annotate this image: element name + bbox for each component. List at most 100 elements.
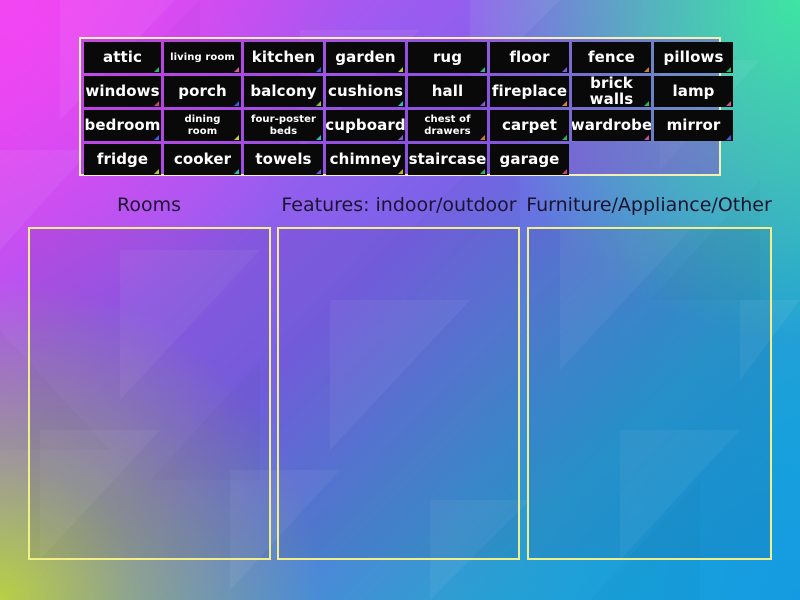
word-tile[interactable]: cupboard xyxy=(326,110,405,141)
tile-corner-triangle-icon xyxy=(154,67,159,72)
zone-title-furniture: Furniture/Appliance/Other xyxy=(526,194,772,216)
tile-corner-triangle-icon xyxy=(726,67,731,72)
word-tile-label: cushions xyxy=(327,81,404,100)
word-tile[interactable]: carpet xyxy=(490,110,569,141)
dropzone-furniture[interactable] xyxy=(527,227,772,560)
tile-corner-triangle-icon xyxy=(562,169,567,174)
word-tile[interactable]: lamp xyxy=(654,76,733,107)
word-tile[interactable]: garden xyxy=(326,42,405,73)
word-tile-label: wardrobe xyxy=(572,115,651,134)
tile-corner-triangle-icon xyxy=(480,67,485,72)
word-tile-label: staircase xyxy=(408,149,487,168)
word-tile[interactable]: fireplace xyxy=(490,76,569,107)
word-tile[interactable]: windows xyxy=(84,76,161,107)
tile-corner-triangle-icon xyxy=(398,169,403,174)
word-tile[interactable]: pillows xyxy=(654,42,733,73)
zone-title-features: Features: indoor/outdoor xyxy=(281,194,517,216)
tile-corner-triangle-icon xyxy=(234,169,239,174)
tile-corner-triangle-icon xyxy=(316,67,321,72)
word-tile[interactable]: chest of drawers xyxy=(408,110,487,141)
word-tile-label: cupboard xyxy=(326,115,405,134)
word-tile-label: hall xyxy=(431,81,464,100)
word-tile-label: windows xyxy=(85,81,160,100)
word-tile-label: chest of drawers xyxy=(424,114,471,137)
word-tile[interactable]: cooker xyxy=(164,144,241,175)
tile-row: attic living room kitchen garden rug floor fen… xyxy=(84,42,733,73)
word-tile-label: porch xyxy=(178,81,227,100)
tile-corner-triangle-icon xyxy=(562,135,567,140)
tile-corner-triangle-icon xyxy=(316,135,321,140)
word-tile[interactable]: rug xyxy=(408,42,487,73)
word-tile-label: cooker xyxy=(173,149,232,168)
word-tile[interactable]: cushions xyxy=(326,76,405,107)
tile-corner-triangle-icon xyxy=(398,101,403,106)
word-tile-label: four-poster beds xyxy=(251,114,316,137)
zone-title-rooms: Rooms xyxy=(116,194,182,216)
word-tile[interactable]: bedroom xyxy=(84,110,161,141)
word-tile-label: carpet xyxy=(501,115,558,134)
word-tile-label: fridge xyxy=(96,149,149,168)
word-tile-label: lamp xyxy=(672,81,715,100)
word-tile-label: bedroom xyxy=(84,115,161,134)
tile-corner-triangle-icon xyxy=(154,169,159,174)
word-tile[interactable]: balcony xyxy=(244,76,323,107)
tile-corner-triangle-icon xyxy=(316,169,321,174)
word-tile[interactable]: porch xyxy=(164,76,241,107)
tile-corner-triangle-icon xyxy=(726,135,731,140)
word-tile[interactable]: attic xyxy=(84,42,161,73)
word-tile-label: garage xyxy=(499,149,560,168)
word-tile[interactable]: brick walls xyxy=(572,76,651,107)
word-tile-label: garden xyxy=(335,47,396,66)
word-tile-label: floor xyxy=(509,47,550,66)
word-tile-label: fence xyxy=(588,47,635,66)
tile-corner-triangle-icon xyxy=(154,101,159,106)
tile-row: fridge cooker towels chimney staircase garage xyxy=(84,144,716,175)
tile-corner-triangle-icon xyxy=(480,169,485,174)
word-tile-label: pillows xyxy=(663,47,724,66)
tile-row: windows porch balcony cushions hall fireplace… xyxy=(84,76,733,107)
word-tile[interactable]: mirror xyxy=(654,110,733,141)
word-tile-label: attic xyxy=(103,47,142,66)
word-tile[interactable]: dining room xyxy=(164,110,241,141)
tile-corner-triangle-icon xyxy=(398,135,403,140)
tile-corner-triangle-icon xyxy=(316,101,321,106)
word-tile[interactable]: garage xyxy=(490,144,569,175)
word-tile[interactable]: staircase xyxy=(408,144,487,175)
word-tile[interactable]: chimney xyxy=(326,144,405,175)
word-tile-label: living room xyxy=(170,51,235,63)
word-tile-label: chimney xyxy=(329,149,402,168)
word-tile-tray: attic living room kitchen garden rug floor fen… xyxy=(79,37,733,176)
tile-corner-triangle-icon xyxy=(644,67,649,72)
tile-corner-triangle-icon xyxy=(644,135,649,140)
word-tile[interactable]: four-poster beds xyxy=(244,110,323,141)
tile-corner-triangle-icon xyxy=(562,67,567,72)
tile-corner-triangle-icon xyxy=(234,135,239,140)
word-tile-label: rug xyxy=(432,47,463,66)
word-tile[interactable]: living room xyxy=(164,42,241,73)
tile-corner-triangle-icon xyxy=(480,135,485,140)
tile-corner-triangle-icon xyxy=(154,135,159,140)
tile-row: bedroom dining room four-poster beds cupboa… xyxy=(84,110,733,141)
tile-corner-triangle-icon xyxy=(480,101,485,106)
tile-corner-triangle-icon xyxy=(562,101,567,106)
dropzone-features[interactable] xyxy=(277,227,520,560)
word-tile-label: mirror xyxy=(666,115,721,134)
tile-corner-triangle-icon xyxy=(398,67,403,72)
word-tile-label: balcony xyxy=(250,81,317,100)
word-tile[interactable]: fence xyxy=(572,42,651,73)
dropzone-rooms[interactable] xyxy=(28,227,271,560)
tile-corner-triangle-icon xyxy=(726,101,731,106)
word-tile[interactable]: kitchen xyxy=(244,42,323,73)
word-tile[interactable]: hall xyxy=(408,76,487,107)
word-tile[interactable]: floor xyxy=(490,42,569,73)
tile-corner-triangle-icon xyxy=(234,67,239,72)
word-tile-label: kitchen xyxy=(251,47,316,66)
tile-corner-triangle-icon xyxy=(234,101,239,106)
word-tile[interactable]: fridge xyxy=(84,144,161,175)
word-tile-label: fireplace xyxy=(491,81,568,100)
word-tile[interactable]: wardrobe xyxy=(572,110,651,141)
tile-corner-triangle-icon xyxy=(644,101,649,106)
word-tile-label: dining room xyxy=(184,114,221,137)
word-tile-label: towels xyxy=(255,149,312,168)
word-tile[interactable]: towels xyxy=(244,144,323,175)
